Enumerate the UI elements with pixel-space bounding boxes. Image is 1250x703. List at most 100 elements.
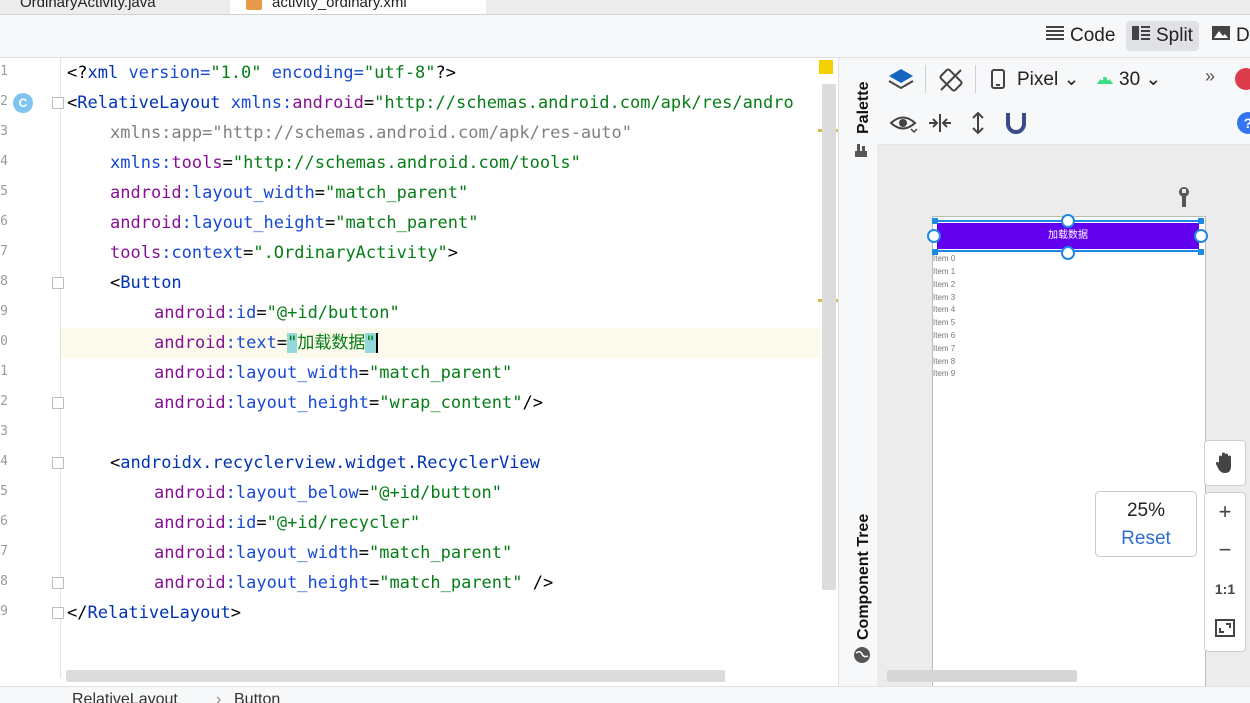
- line-number: 6: [0, 514, 8, 529]
- phone-icon: [991, 69, 1005, 94]
- design-view-button[interactable]: D: [1206, 21, 1250, 51]
- line-number: 8: [0, 574, 8, 589]
- design-toolbar: Pixel ⌄ 30 ⌄ »: [877, 58, 1250, 101]
- preview-list-item: Item 7: [933, 344, 956, 353]
- line-number: 0: [0, 334, 8, 349]
- code-line: <RelativeLayout xmlns:android="http://sc…: [67, 93, 794, 113]
- horizontal-constraint-icon[interactable]: [927, 112, 953, 139]
- tab-ordinary-activity-java[interactable]: OrdinaryActivity.java: [20, 0, 156, 14]
- line-number: 7: [0, 544, 8, 559]
- zoom-actual-size-button[interactable]: 1:1: [1205, 581, 1245, 597]
- palette-tab[interactable]: Palette: [855, 82, 873, 134]
- preview-list-item: Item 8: [933, 357, 956, 366]
- line-number: 1: [0, 64, 8, 79]
- magnet-icon[interactable]: [1005, 111, 1027, 140]
- zoom-percent: 25%: [1126, 500, 1166, 521]
- eye-icon[interactable]: [889, 112, 918, 139]
- design-horizontal-scrollbar[interactable]: [887, 670, 1077, 682]
- code-line: android:layout_height="match_parent" />: [154, 573, 554, 593]
- line-number: 9: [0, 304, 8, 319]
- code-line-current: android:text="加载数据": [61, 328, 821, 358]
- design-toolbar-secondary: ?: [877, 100, 1250, 145]
- zoom-in-button[interactable]: +: [1205, 499, 1245, 525]
- preview-list-item: Item 9: [933, 369, 956, 378]
- breadcrumb-relative-layout[interactable]: RelativeLayout: [72, 691, 178, 703]
- constraint-handle-right[interactable]: [1194, 229, 1208, 243]
- line-number: 6: [0, 214, 8, 229]
- inspection-status-icon[interactable]: [819, 60, 833, 74]
- preview-list-item: Item 3: [933, 293, 956, 302]
- code-line: tools:context=".OrdinaryActivity">: [110, 243, 459, 263]
- resize-handle[interactable]: [932, 218, 938, 224]
- class-gutter-icon[interactable]: C: [13, 93, 33, 113]
- code-view-button[interactable]: Code: [1040, 21, 1121, 51]
- chevron-down-icon: ⌄: [1145, 69, 1162, 90]
- code-line: </RelativeLayout>: [67, 603, 242, 623]
- preview-list-item: Item 0: [933, 254, 956, 263]
- android-icon: [1095, 70, 1115, 91]
- fit-screen-icon[interactable]: [1215, 619, 1235, 642]
- tab-label: activity_ordinary.xml: [272, 0, 407, 11]
- resize-handle[interactable]: [1198, 218, 1204, 224]
- layers-icon[interactable]: [887, 66, 915, 99]
- device-selector[interactable]: Pixel ⌄: [1017, 68, 1079, 91]
- code-line: android:id="@+id/recycler": [154, 513, 421, 533]
- line-number: 3: [0, 124, 8, 139]
- code-line: android:layout_width="match_parent": [154, 363, 513, 383]
- pan-button[interactable]: [1204, 440, 1246, 486]
- component-tree-tab[interactable]: Component Tree: [855, 514, 873, 640]
- vertical-arrows-icon[interactable]: [969, 110, 987, 141]
- line-number: 3: [0, 424, 8, 439]
- device-preview[interactable]: [932, 216, 1206, 688]
- line-number: 7: [0, 244, 8, 259]
- breadcrumb: RelativeLayout › Button: [0, 686, 1250, 703]
- constraint-handle-bottom[interactable]: [1061, 246, 1075, 260]
- tab-label: OrdinaryActivity.java: [20, 0, 156, 11]
- line-number: 1: [0, 364, 8, 379]
- orientation-icon[interactable]: [937, 66, 965, 99]
- editor-gutter: 1 2 3 4 5 6 7 8 9 0 1 2 3 4 5 6 7 8 9: [0, 58, 64, 678]
- xml-file-icon: [246, 0, 262, 10]
- line-number: 2: [0, 394, 8, 409]
- design-view-label: D: [1236, 25, 1250, 47]
- editor-horizontal-scrollbar[interactable]: [66, 670, 725, 682]
- toolbar-separator: [975, 65, 976, 93]
- code-line: android:layout_height="wrap_content"/>: [154, 393, 543, 413]
- chevron-down-icon: ⌄: [1063, 69, 1080, 90]
- code-line: <?xml version="1.0" encoding="utf-8"?>: [67, 63, 457, 83]
- error-indicator-icon[interactable]: [1235, 68, 1250, 90]
- globe-icon: [853, 646, 871, 669]
- preview-list-item: Item 6: [933, 331, 956, 340]
- breadcrumb-separator-icon: ›: [216, 691, 222, 703]
- line-number: 4: [0, 454, 8, 469]
- zoom-reset-link[interactable]: Reset: [1096, 528, 1196, 550]
- code-line: android:layout_width="match_parent": [154, 543, 513, 563]
- line-number: 5: [0, 184, 8, 199]
- help-icon[interactable]: ?: [1237, 112, 1250, 134]
- more-actions-button[interactable]: »: [1205, 66, 1215, 87]
- zoom-controls: + − 1:1: [1204, 492, 1246, 652]
- hand-icon: [1215, 451, 1237, 480]
- preview-list-item: Item 4: [933, 305, 956, 314]
- code-line: <Button: [110, 273, 182, 293]
- split-icon: [1132, 21, 1150, 51]
- api-level-selector[interactable]: 30 ⌄: [1119, 68, 1161, 91]
- code-line: android:layout_width="match_parent": [110, 183, 469, 203]
- wrench-icon[interactable]: [1176, 186, 1192, 213]
- constraint-handle-left[interactable]: [927, 229, 941, 243]
- code-line: xmlns:app="http://schemas.android.com/ap…: [110, 123, 632, 143]
- preview-list-item: Item 2: [933, 280, 956, 289]
- preview-list-item: Item 5: [933, 318, 956, 327]
- split-view-button[interactable]: Split: [1126, 21, 1199, 51]
- editor-vertical-scrollbar[interactable]: [822, 84, 836, 590]
- breadcrumb-button[interactable]: Button: [234, 691, 280, 703]
- split-view-label: Split: [1156, 25, 1193, 47]
- line-number: 4: [0, 154, 8, 169]
- code-line: <androidx.recyclerview.widget.RecyclerVi…: [110, 453, 540, 473]
- code-editor[interactable]: <?xml version="1.0" encoding="utf-8"?> <…: [61, 58, 821, 670]
- zoom-out-button[interactable]: −: [1205, 537, 1245, 563]
- tab-activity-ordinary-xml[interactable]: activity_ordinary.xml: [230, 0, 486, 14]
- constraint-handle-top[interactable]: [1061, 214, 1075, 228]
- toolbar-separator: [925, 65, 926, 93]
- resize-handle[interactable]: [1198, 249, 1204, 255]
